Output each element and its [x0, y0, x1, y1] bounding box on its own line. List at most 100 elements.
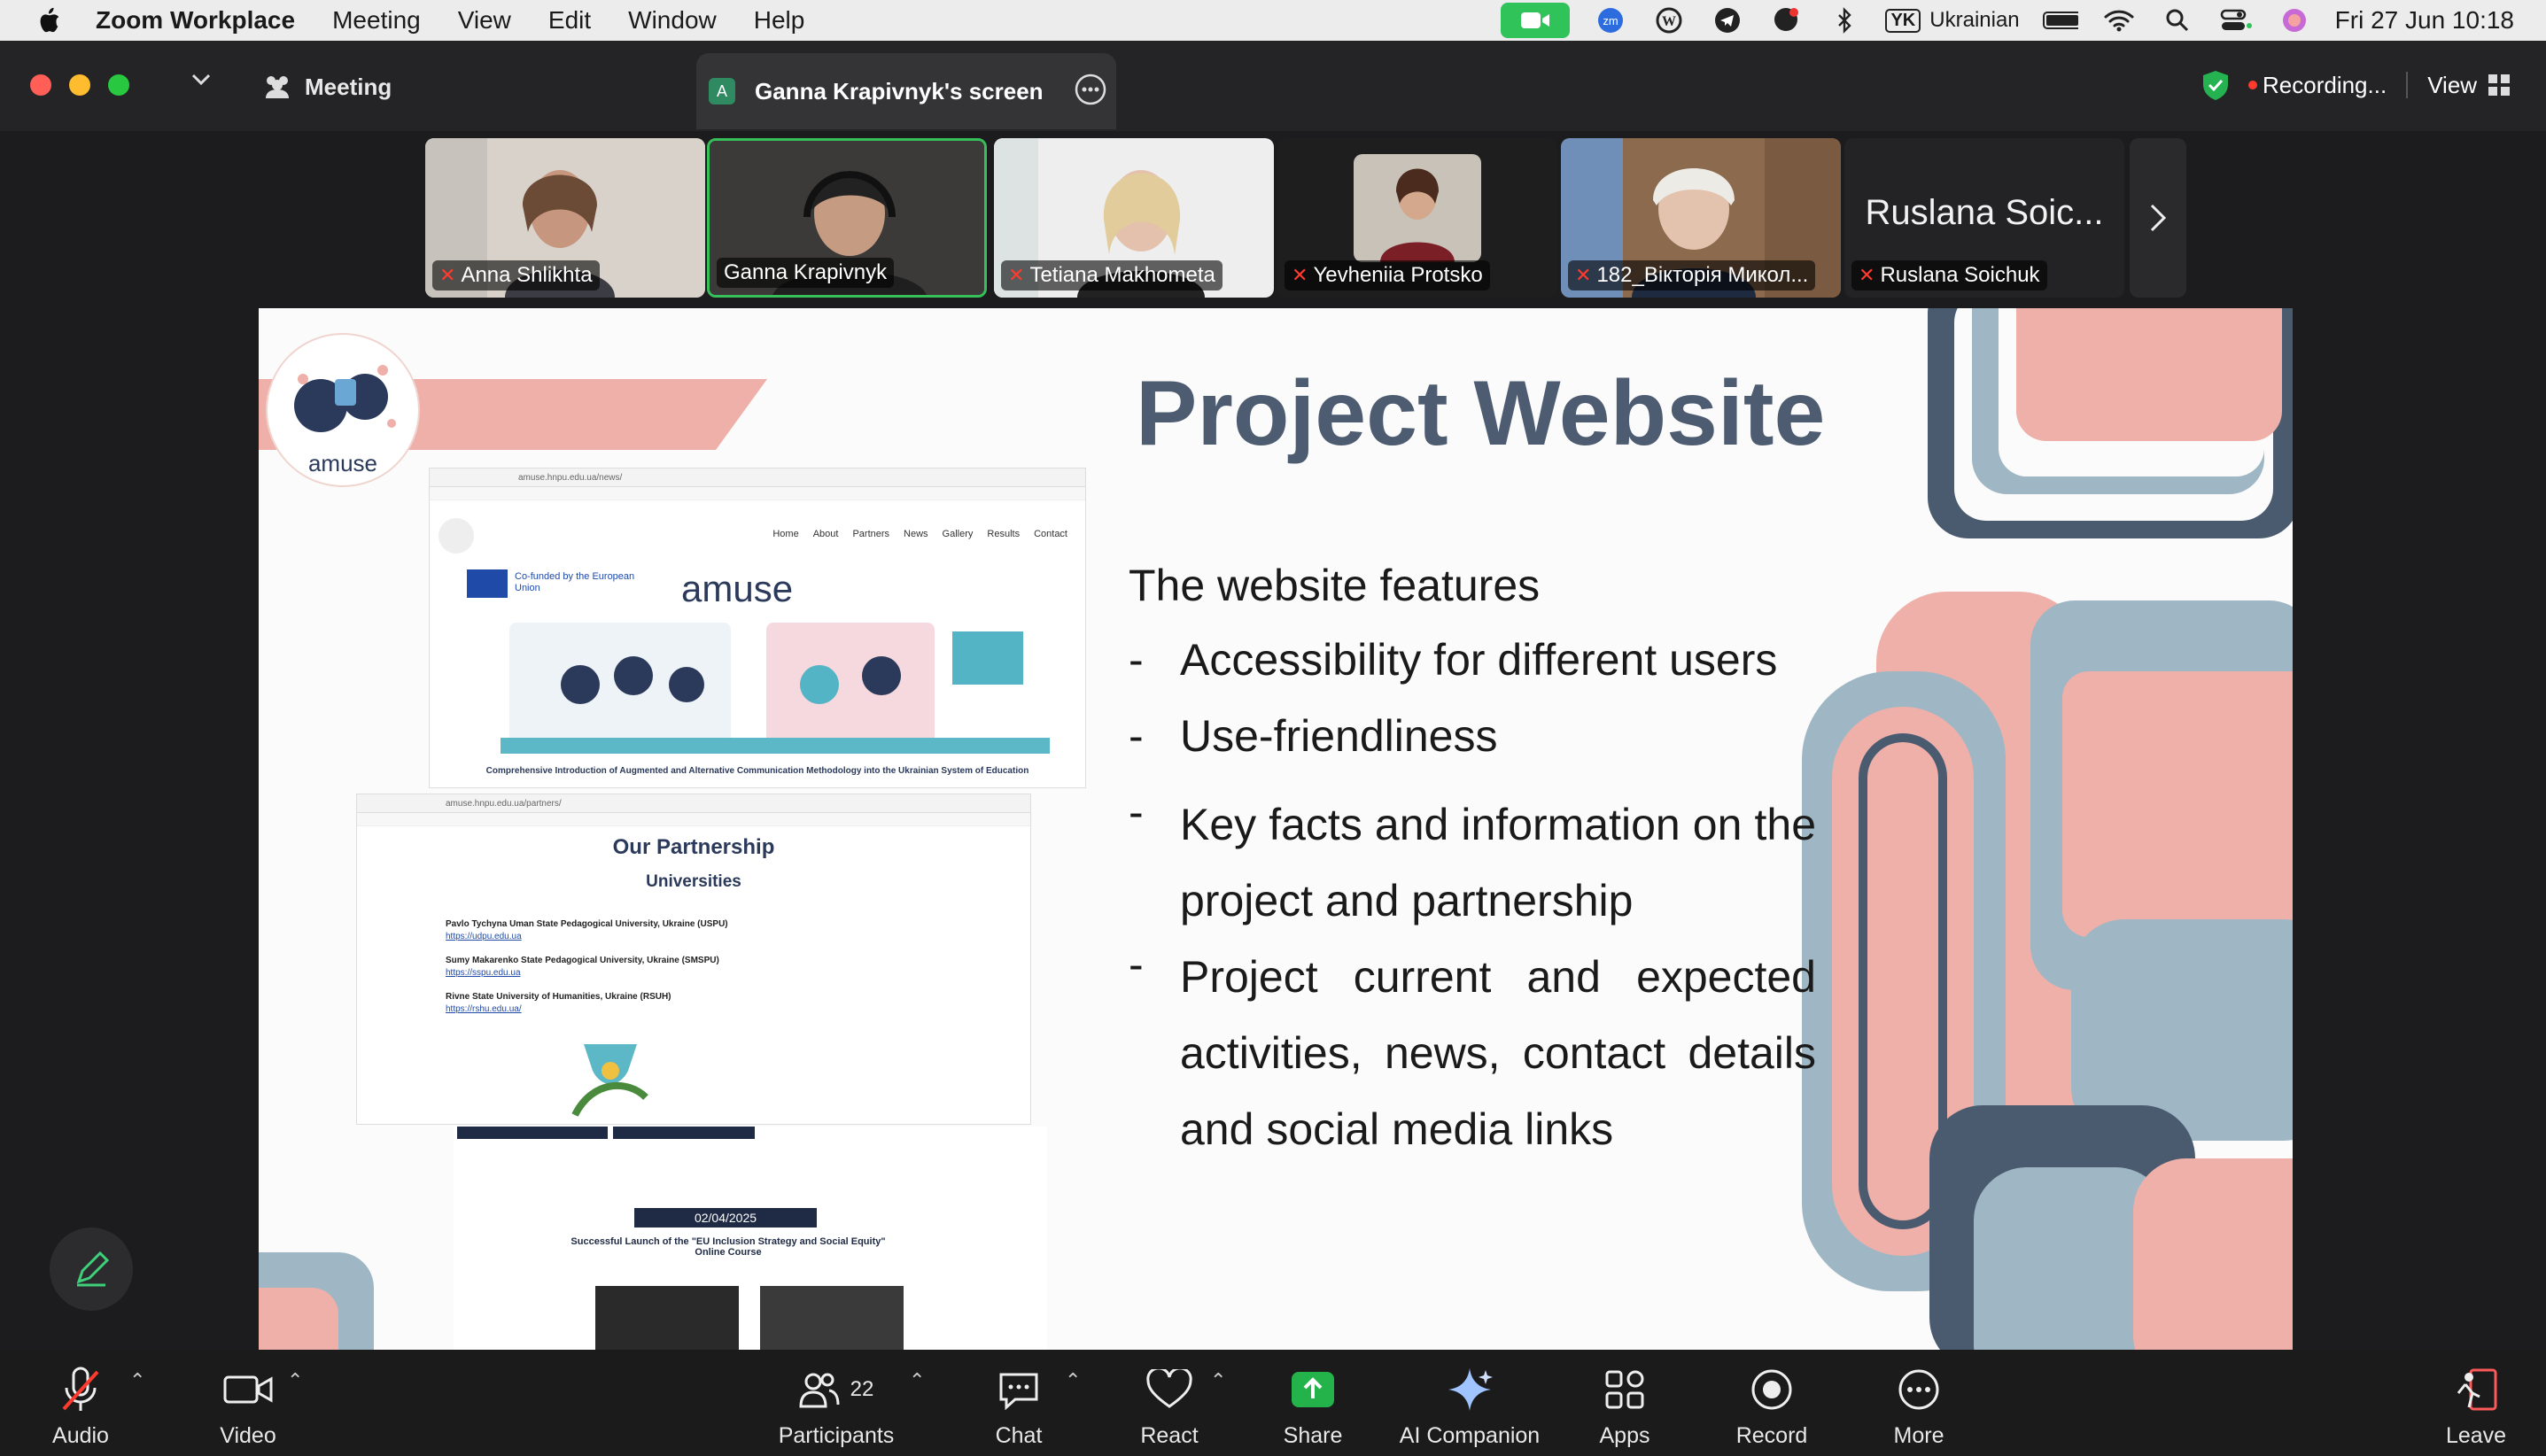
annotate-button[interactable] [50, 1228, 133, 1311]
mic-muted-icon: ✕ [1292, 264, 1308, 286]
record-label: Record [1735, 1423, 1808, 1448]
gallery-grid-icon[interactable] [2488, 74, 2511, 97]
site-nav: Home About Partners News Gallery Results Conta… [772, 529, 1067, 539]
tab-screen-label: Ganna Krapivnyk's screen [755, 77, 1044, 105]
participant-tile[interactable]: ✕ Yevheniia Protsko [1277, 138, 1557, 298]
feature-list: - Accessibility for different users - Us… [1129, 634, 1837, 1167]
recording-indicator[interactable]: Recording... View [2201, 62, 2511, 108]
news-date: 02/04/2025 [634, 1208, 817, 1228]
video-options-caret[interactable]: ⌃ [287, 1369, 303, 1392]
ai-companion-button[interactable]: AI Companion [1394, 1357, 1545, 1449]
bluetooth-icon[interactable] [1827, 7, 1862, 34]
chat-button[interactable]: Chat [983, 1357, 1054, 1449]
eu-funding-label: Co-funded by the European Union [515, 571, 635, 594]
menu-edit[interactable]: Edit [548, 6, 591, 35]
feature-item: - Use-friendliness [1129, 711, 1498, 761]
wordpress-icon[interactable]: W [1651, 7, 1687, 34]
zoom-camera-tray-icon[interactable] [1501, 3, 1571, 38]
partnership-heading: Our Partnership [612, 835, 775, 859]
view-menu-label[interactable]: View [2427, 72, 2477, 99]
next-page-button[interactable] [2130, 138, 2186, 298]
more-options-icon[interactable] [1074, 73, 1107, 112]
participant-name-tag: Ganna Krapivnyk [717, 258, 895, 288]
share-label: Share [1283, 1423, 1343, 1448]
site-brand: amuse [681, 568, 794, 609]
close-window-button[interactable] [30, 74, 51, 96]
apple-menu-icon[interactable] [35, 6, 62, 35]
react-button[interactable]: React [1134, 1357, 1205, 1449]
feature-item: - Accessibility for different users [1129, 635, 1778, 685]
participant-tile[interactable]: ✕ 182_Вікторія Микол... [1561, 138, 1841, 298]
feature-item: - Key facts and information on the proje… [1129, 787, 1816, 925]
menubar-clock[interactable]: Fri 27 Jun 10:18 [2335, 6, 2514, 35]
participants-button[interactable]: 22 Participants [771, 1357, 902, 1449]
participant-name-tag: ✕ Tetiana Makhometa [1001, 260, 1223, 290]
app-name-menu[interactable]: Zoom Workplace [96, 6, 295, 35]
video-button[interactable]: Video [206, 1357, 291, 1449]
share-screen-icon [1292, 1372, 1334, 1407]
apps-button[interactable]: Apps [1589, 1357, 1660, 1449]
shared-screen-slide: amuse amuse.hnpu.edu.ua/news/ Home About P… [259, 308, 2293, 1350]
participant-name: Ruslana Soichuk [1880, 263, 2040, 287]
slide-title: Project Website [1136, 362, 1826, 465]
react-label: React [1140, 1423, 1199, 1448]
menu-help[interactable]: Help [754, 6, 805, 35]
react-options-caret[interactable]: ⌃ [1210, 1369, 1226, 1392]
record-icon [1751, 1369, 1792, 1410]
feature-item: - Project current and expected activitie… [1129, 940, 1816, 1154]
messenger-icon[interactable] [1768, 7, 1804, 34]
minimize-window-button[interactable] [69, 74, 90, 96]
input-source-menu[interactable]: YK Ukrainian [1885, 7, 2020, 34]
chat-options-caret[interactable]: ⌃ [1065, 1369, 1081, 1392]
participants-options-caret[interactable]: ⌃ [909, 1369, 925, 1392]
university-list: Pavlo Tychyna Uman State Pedagogical Uni… [446, 919, 728, 1014]
fullscreen-window-button[interactable] [108, 74, 129, 96]
control-center-icon[interactable] [2218, 7, 2254, 34]
pencil-icon [76, 1251, 110, 1287]
hero-illustration [501, 623, 1050, 754]
telegram-icon[interactable] [1710, 7, 1745, 34]
leave-door-icon [2457, 1368, 2497, 1411]
participant-tile[interactable]: ✕ Anna Shlikhta [425, 138, 705, 298]
participant-tile[interactable]: ✕ Tetiana Makhometa [994, 138, 1274, 298]
news-title: Successful Launch of the "EU Inclusion S… [571, 1236, 886, 1258]
keyboard-layout-badge: YK [1885, 8, 1921, 33]
leave-button[interactable]: Leave [2438, 1357, 2514, 1449]
share-button[interactable]: Share [1277, 1357, 1348, 1449]
participant-name: Ganna Krapivnyk [724, 260, 888, 284]
zoom-app-icon[interactable]: zm [1593, 7, 1628, 34]
news-image [760, 1286, 904, 1350]
menu-meeting[interactable]: Meeting [332, 6, 421, 35]
sharer-avatar: A [709, 78, 735, 105]
audio-options-caret[interactable]: ⌃ [129, 1369, 145, 1392]
participant-name-tag: ✕ 182_Вікторія Микол... [1568, 260, 1816, 290]
more-button[interactable]: More [1883, 1357, 1954, 1449]
participant-tile[interactable]: Ruslana Soic... ✕ Ruslana Soichuk [1844, 138, 2124, 298]
menu-window[interactable]: Window [628, 6, 717, 35]
site-logo-icon [439, 518, 474, 554]
tab-meeting[interactable]: Meeting [262, 62, 392, 112]
chat-bubble-icon [999, 1373, 1038, 1410]
audio-button[interactable]: Audio [43, 1357, 119, 1449]
siri-icon[interactable] [2277, 7, 2312, 34]
spotlight-search-icon[interactable] [2160, 7, 2195, 34]
menu-view[interactable]: View [458, 6, 511, 35]
news-image [595, 1286, 739, 1350]
universities-heading: Universities [646, 872, 741, 891]
participant-name-placeholder: Ruslana Soic... [1865, 193, 2104, 232]
chevron-down-icon[interactable] [190, 71, 213, 93]
mic-muted-icon: ✕ [439, 264, 456, 286]
battery-icon[interactable] [2042, 7, 2078, 34]
website-screenshot-news: 02/04/2025 Successful Launch of the "EU … [454, 1127, 1047, 1350]
svg-text:W: W [1662, 14, 1676, 29]
hero-caption: Comprehensive Introduction of Augmented … [485, 766, 1029, 776]
tab-shared-screen[interactable]: A Ganna Krapivnyk's screen [696, 53, 1116, 129]
record-button[interactable]: Record [1727, 1357, 1816, 1449]
participant-name-tag: ✕ Ruslana Soichuk [1851, 260, 2047, 290]
eu-flag-icon [467, 569, 508, 598]
recording-label: Recording... [2263, 71, 2387, 98]
wifi-icon[interactable] [2101, 7, 2137, 34]
website-screenshot-home: amuse.hnpu.edu.ua/news/ Home About Partner… [429, 468, 1086, 788]
chat-label: Chat [995, 1423, 1043, 1448]
participant-tile-active-speaker[interactable]: Ganna Krapivnyk [707, 138, 987, 298]
